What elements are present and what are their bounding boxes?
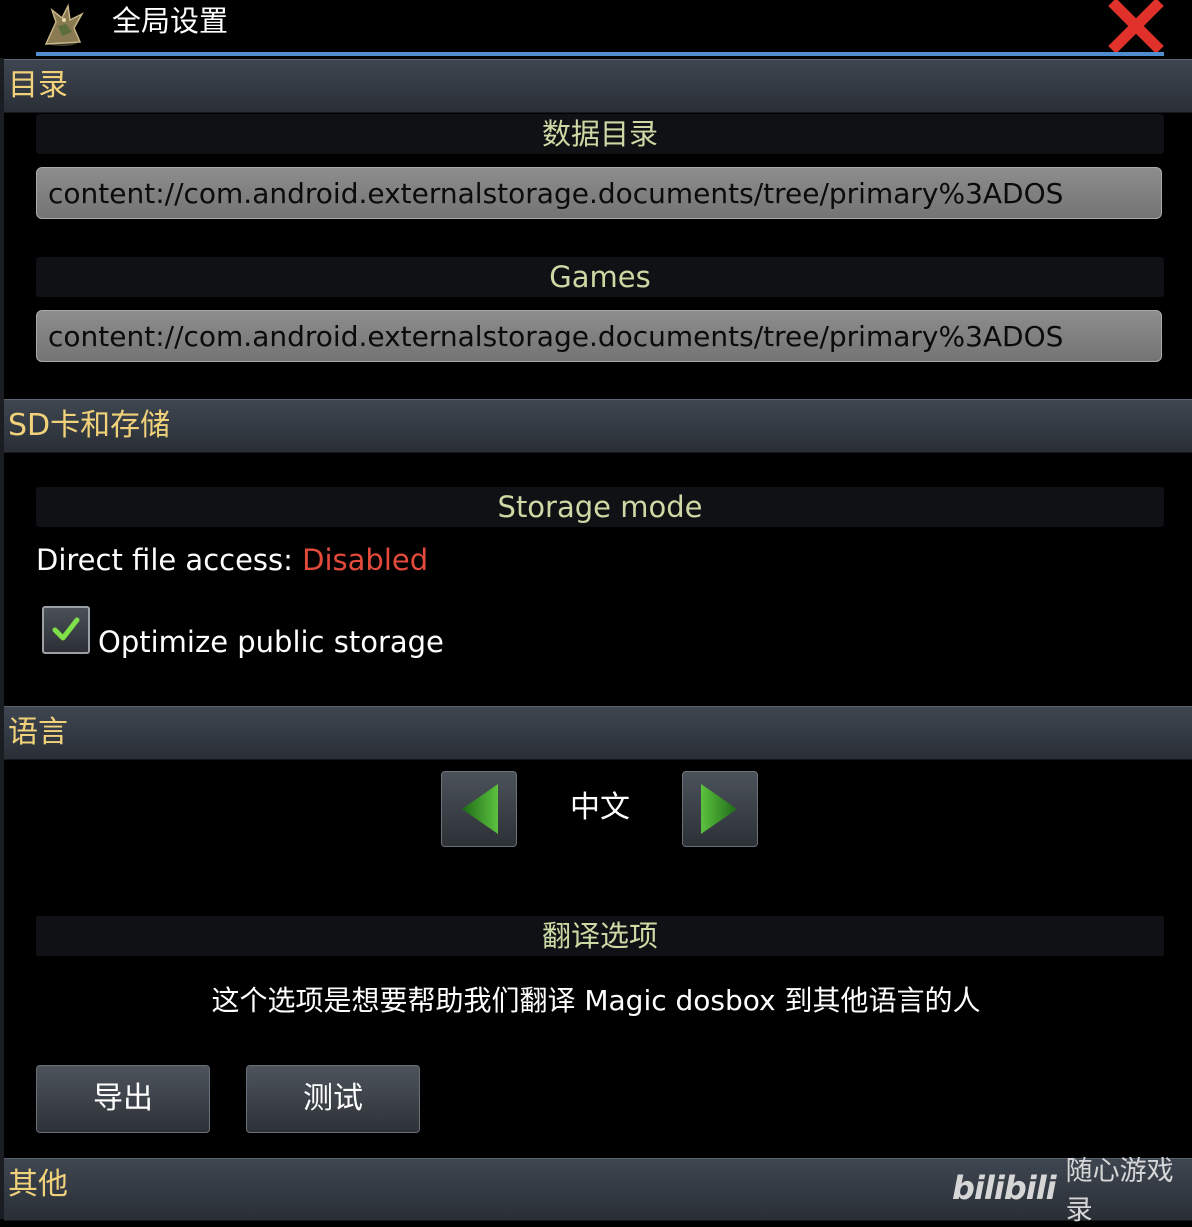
language-prev-button[interactable] [441,771,517,847]
section-title-directory: 目录 [8,68,68,103]
current-language: 中文 [570,790,630,825]
optimize-public-storage-checkbox[interactable] [42,606,90,654]
games-dir-field[interactable]: content://com.android.externalstorage.do… [36,310,1162,362]
watermark: bilibili 随心游戏录 [952,1156,1192,1226]
section-header-directory: 目录 [4,59,1192,113]
title-bar: 全局设置 [0,0,1192,58]
direct-file-access-label: Direct file access: [36,543,293,577]
watermark-text: 随心游戏录 [1065,1156,1174,1226]
games-dir-label: Games [36,257,1164,297]
close-x-icon [1108,0,1164,54]
section-header-storage: SD卡和存储 [4,399,1192,453]
section-title-storage: SD卡和存储 [8,408,171,443]
arrow-left-icon [462,784,498,834]
language-next-button[interactable] [682,771,758,847]
title-underline [36,52,1164,56]
translation-description: 这个选项是想要帮助我们翻译 Magic dosbox 到其他语言的人 [211,984,981,1017]
translation-options-label: 翻译选项 [36,916,1164,956]
direct-file-access-status: Direct file access: Disabled [36,542,428,578]
data-dir-field[interactable]: content://com.android.externalstorage.do… [36,167,1162,219]
arrow-right-icon [701,784,737,834]
checkmark-icon [52,617,80,641]
export-button[interactable]: 导出 [36,1065,210,1133]
section-title-other: 其他 [8,1167,68,1202]
window-title: 全局设置 [112,4,229,38]
section-header-language: 语言 [4,706,1192,760]
bilibili-logo: bilibili [952,1169,1057,1207]
left-edge [0,58,4,1219]
close-button[interactable] [1108,0,1164,54]
optimize-public-storage-label: Optimize public storage [98,625,444,659]
dragon-app-icon [38,2,90,50]
section-title-language: 语言 [8,715,68,750]
test-button[interactable]: 测试 [246,1065,420,1133]
storage-mode-label: Storage mode [36,487,1164,527]
data-dir-label: 数据目录 [36,114,1164,154]
direct-file-access-value: Disabled [302,543,429,577]
